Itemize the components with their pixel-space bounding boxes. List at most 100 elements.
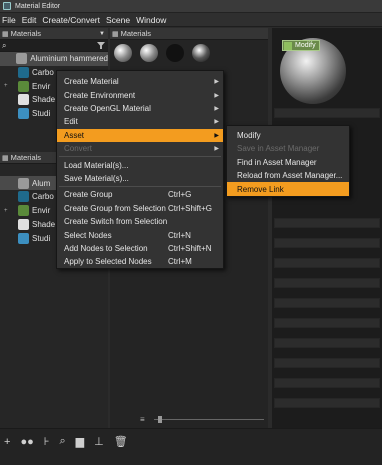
menu-separator [59, 156, 221, 158]
submenu-item-label: Remove Link [237, 184, 284, 194]
tree-item-label: Shade [32, 95, 56, 105]
add-icon[interactable]: + [4, 436, 10, 448]
dropdown-icon[interactable]: ▼ [99, 31, 105, 37]
folder-icon[interactable]: ▆ [76, 435, 84, 448]
submenu-item-modify[interactable]: Modify [227, 128, 349, 142]
property-row [274, 318, 380, 328]
tree-item-label: Studi [32, 233, 51, 243]
property-row [274, 108, 380, 118]
menu-item-create-environment[interactable]: Create Environment ▶ [57, 88, 223, 101]
tree-item-label: Carbo [32, 68, 54, 78]
submenu-item-label: Reload from Asset Manager... [237, 171, 343, 181]
menu-item-select-nodes[interactable]: Select Nodes Ctrl+N [57, 228, 223, 241]
material-thumbnail[interactable] [114, 44, 132, 62]
material-thumbnail-icon [18, 205, 29, 217]
menu-item-save-material-s[interactable]: Save Material(s)... [57, 172, 223, 185]
menu-edit[interactable]: Edit [22, 15, 37, 25]
material-thumbnail-icon [18, 94, 29, 106]
apply-icon[interactable]: ⊥ [94, 435, 104, 448]
menu-item-label: Edit [64, 117, 78, 127]
menu-shortcut: Ctrl+Shift+G [168, 203, 213, 213]
property-row [274, 358, 380, 368]
menu-shortcut: Ctrl+N [168, 230, 191, 240]
tree-item-label: Carbo [32, 192, 54, 202]
menu-shortcut: Ctrl+G [168, 190, 192, 200]
menu-scene[interactable]: Scene [106, 15, 130, 25]
submenu-item-remove-link[interactable]: Remove Link [227, 182, 349, 197]
menu-item-label: Create Group from Selection [64, 203, 166, 213]
grid-icon: ▦ [112, 30, 119, 38]
tree-item-label: Studi [32, 109, 51, 119]
menu-item-label: Create Material [64, 77, 119, 87]
search-icon[interactable]: ⌕ [2, 41, 6, 51]
menu-file[interactable]: File [2, 15, 16, 25]
menu-item-load-material-s[interactable]: Load Material(s)... [57, 158, 223, 171]
tree-item-label: Shade [32, 219, 56, 229]
mid-panel-header: ▦ Materials [110, 28, 268, 40]
mid-panel-label: Materials [120, 29, 152, 38]
panel-header-top[interactable]: ▦ Materials ▼ [0, 28, 108, 40]
material-thumbnail[interactable] [166, 44, 184, 62]
menu-item-label: Create Group [64, 190, 113, 200]
menu-item-create-opengl-material[interactable]: Create OpenGL Material ▶ [57, 102, 223, 115]
menu-item-apply-to-selected-nodes[interactable]: Apply to Selected Nodes Ctrl+M [57, 255, 223, 268]
menu-item-label: Load Material(s)... [64, 160, 129, 170]
context-menu: Create Material ▶ Create Environment ▶ Creat… [56, 70, 224, 269]
list-view-icon[interactable]: ≡ [140, 415, 145, 424]
submenu-arrow-icon: ▶ [214, 132, 219, 139]
property-row [274, 338, 380, 348]
expand-icon[interactable]: + [4, 83, 10, 89]
submenu-item-find-in-asset-manager[interactable]: Find in Asset Manager [227, 155, 349, 169]
submenu-arrow-icon: ▶ [214, 146, 219, 153]
menu-item-edit[interactable]: Edit ▶ [57, 115, 223, 128]
submenu-arrow-icon: ▶ [214, 79, 219, 86]
menu-item-create-switch-from-selection[interactable]: Create Switch from Selection [57, 215, 223, 228]
app-icon [3, 2, 11, 10]
panel-header-label: Materials [10, 153, 42, 163]
nodes-icon[interactable]: ●● [20, 436, 33, 448]
material-thumbnail-icon [16, 53, 28, 65]
filter-icon[interactable] [97, 42, 105, 49]
menu-item-asset[interactable]: Asset ▶ [57, 128, 223, 142]
material-thumbnail[interactable] [140, 44, 158, 62]
property-row [274, 398, 380, 408]
menu-item-create-group-from-selection[interactable]: Create Group from Selection Ctrl+Shift+G [57, 202, 223, 215]
property-row [274, 378, 380, 388]
submenu-item-reload-from-asset-manager[interactable]: Reload from Asset Manager... [227, 169, 349, 183]
menu-create-convert[interactable]: Create/Convert [42, 15, 100, 25]
material-thumbnail-icon [18, 218, 29, 230]
find-icon[interactable]: ⌕ [59, 435, 65, 448]
material-thumbnail-icon [18, 232, 29, 244]
menu-item-label: Add Nodes to Selection [64, 243, 148, 253]
material-thumbnail-icon [18, 191, 29, 203]
menu-window[interactable]: Window [136, 15, 166, 25]
menu-bar: File Edit Create/Convert Scene Window [0, 13, 382, 27]
modify-badge[interactable]: Modify [282, 40, 320, 51]
menu-item-create-group[interactable]: Create Group Ctrl+G [57, 188, 223, 201]
menu-item-create-material[interactable]: Create Material ▶ [57, 75, 223, 88]
menu-item-label: Apply to Selected Nodes [64, 257, 152, 267]
grid-icon: ▦ [2, 154, 9, 162]
search-row: ⌕ [0, 40, 108, 52]
grid-icon: ▦ [2, 30, 9, 38]
material-thumbnail[interactable] [192, 44, 210, 62]
delete-icon[interactable]: 🗑 [114, 435, 128, 448]
property-row [274, 278, 380, 288]
expand-icon[interactable]: + [4, 208, 10, 214]
submenu-arrow-icon: ▶ [214, 119, 219, 126]
submenu-arrow-icon: ▶ [214, 105, 219, 112]
material-thumbnail-icon [18, 177, 29, 189]
window-title: Material Editor [15, 2, 61, 10]
material-properties-panel: Modify [272, 28, 382, 428]
submenu-item-save-in-asset-manager: Save in Asset Manager [227, 142, 349, 156]
menu-item-label: Asset [64, 130, 85, 140]
tree-item-label: Envir [32, 206, 51, 216]
tree-item[interactable]: Aluminium hammered [0, 52, 108, 66]
slider-knob[interactable] [158, 416, 162, 423]
submenu-item-label: Find in Asset Manager [237, 157, 317, 167]
tree-item-label: Aluminium hammered [30, 54, 108, 64]
property-row [274, 298, 380, 308]
hierarchy-icon[interactable]: ⊦ [44, 435, 50, 448]
menu-item-add-nodes-to-selection[interactable]: Add Nodes to Selection Ctrl+Shift+N [57, 242, 223, 255]
thumbnail-size-slider[interactable]: ≡ [140, 415, 268, 424]
